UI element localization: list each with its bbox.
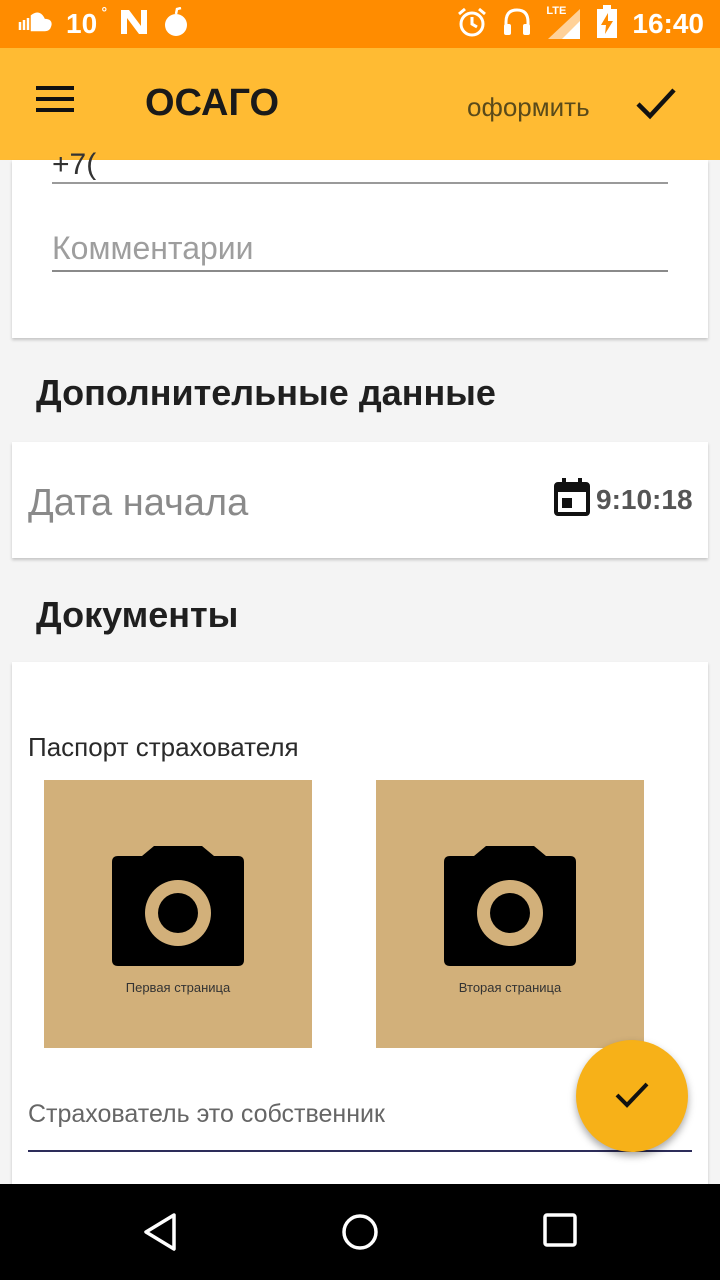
soundcloud-icon [18, 12, 52, 37]
status-bar-right: LTE 16:40 [456, 4, 704, 44]
navigation-bar [0, 1184, 720, 1280]
start-date-value: 9:10:18 [596, 484, 693, 515]
temperature-value: 10 [66, 8, 98, 39]
clock: 16:40 [632, 8, 704, 39]
calendar-icon[interactable] [554, 478, 590, 516]
confirm-fab[interactable] [576, 1040, 688, 1152]
bomb-icon [163, 6, 189, 42]
battery-charging-icon [596, 4, 618, 44]
n-notification-icon [119, 8, 149, 41]
phone-field-value[interactable]: +7( [52, 148, 96, 182]
network-type: LTE [546, 5, 567, 17]
tile-caption: Первая страница [125, 980, 231, 995]
camera-icon [444, 846, 576, 966]
section-title-documents: Документы [36, 594, 239, 635]
check-icon [615, 1082, 649, 1108]
temperature: 10 ° [66, 4, 107, 40]
tile-caption: Вторая страница [458, 980, 562, 995]
signal-icon: LTE [546, 5, 582, 41]
alarm-icon [456, 6, 488, 43]
phone-field-underline [52, 182, 668, 184]
page-title: ОСАГО [145, 82, 280, 124]
comment-input[interactable] [52, 226, 668, 272]
start-date-card[interactable]: Дата начала 9:10:18 [12, 442, 708, 558]
status-bar-left: 10 ° [18, 4, 189, 42]
headphones-icon [502, 7, 532, 42]
home-icon[interactable] [340, 1212, 380, 1252]
hamburger-icon[interactable] [36, 86, 76, 120]
camera-icon [112, 846, 244, 966]
owner-field-label: Страхователь это собственник [28, 1100, 385, 1128]
status-bar: 10 ° LTE 16:40 [0, 0, 720, 48]
section-title-additional: Дополнительные данные [36, 372, 496, 413]
passport-first-page-tile[interactable]: Первая страница [44, 780, 312, 1048]
degree-sign: ° [101, 4, 108, 20]
passport-second-page-tile[interactable]: Вторая страница [376, 780, 644, 1048]
back-icon[interactable] [140, 1212, 180, 1252]
submit-button[interactable]: оформить [467, 92, 590, 123]
contact-card: +7( [12, 148, 708, 338]
recents-icon[interactable] [542, 1212, 582, 1252]
app-bar: ОСАГО оформить [0, 48, 720, 160]
start-date-label: Дата начала [28, 482, 249, 524]
passport-label: Паспорт страхователя [28, 732, 299, 762]
check-icon[interactable] [632, 84, 680, 124]
